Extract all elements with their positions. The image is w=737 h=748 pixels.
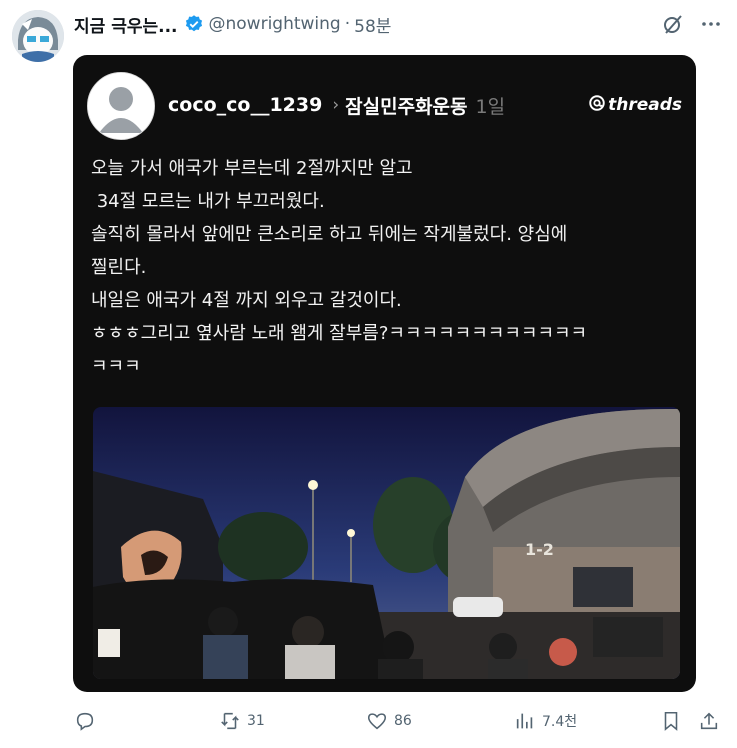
threads-line: 찔린다. — [91, 257, 147, 278]
views-icon — [514, 710, 536, 732]
threads-line: 내일은 애국가 4절 까지 외우고 갈것이다. — [91, 290, 402, 311]
like-icon — [366, 710, 388, 732]
threads-header: coco_co__1239 › 잠실민주화운동 1일 — [168, 90, 505, 120]
threads-line: 34절 모르는 내가 부끄러웠다. — [91, 191, 325, 212]
view-count: 7.4천 — [542, 714, 578, 730]
photo-sign-text: 1-2 — [525, 540, 554, 559]
timestamp[interactable]: 58분 — [354, 12, 391, 37]
more-icon[interactable] — [699, 12, 723, 36]
author-avatar[interactable] — [12, 10, 64, 62]
threads-at-icon — [588, 94, 606, 117]
threads-line: ㅎㅎㅎ그리고 옆사람 노래 왬게 잘부름?ㅋㅋㅋㅋㅋㅋㅋㅋㅋㅋㅋㅋ — [91, 323, 588, 344]
tweet-header: 지금 극우는... @nowrightwing · 58분 — [74, 12, 391, 37]
separator: · — [344, 14, 351, 34]
like-button[interactable]: 86 — [366, 708, 412, 734]
share-button[interactable] — [698, 708, 720, 734]
chevron-right-icon: › — [332, 95, 340, 115]
handle[interactable]: @nowrightwing — [209, 14, 341, 34]
views-button[interactable]: 7.4천 — [514, 708, 577, 734]
threads-line: ㅋㅋㅋ — [91, 356, 141, 377]
threads-username: coco_co__1239 — [168, 94, 323, 116]
threads-avatar — [87, 72, 155, 140]
threads-line: 솔직히 몰라서 앞에만 큰소리로 하고 뒤에는 작게불렀다. 양심에 — [91, 224, 568, 245]
threads-logo: threads — [588, 93, 682, 117]
bookmark-icon — [660, 710, 682, 732]
tweet-actions: 31 86 7.4천 — [74, 708, 724, 734]
threads-body: 오늘 가서 애국가 부르는데 2절까지만 알고 34절 모르는 내가 부끄러웠다… — [91, 152, 681, 383]
threads-screenshot[interactable]: coco_co__1239 › 잠실민주화운동 1일 threads 오늘 가서… — [73, 55, 696, 692]
threads-topic: 잠실민주화운동 — [345, 95, 468, 118]
share-icon — [698, 710, 720, 732]
reply-button[interactable] — [74, 708, 102, 734]
grok-icon[interactable] — [661, 12, 685, 36]
verified-icon — [184, 14, 204, 34]
retweet-button[interactable]: 31 — [219, 708, 265, 734]
bookmark-button[interactable] — [660, 708, 682, 734]
retweet-count: 31 — [247, 713, 265, 729]
threads-line: 오늘 가서 애국가 부르는데 2절까지만 알고 — [91, 158, 413, 179]
retweet-icon — [219, 710, 241, 732]
display-name[interactable]: 지금 극우는... — [74, 12, 178, 37]
threads-brand: threads — [608, 95, 682, 115]
reply-icon — [74, 710, 96, 732]
like-count: 86 — [394, 713, 412, 729]
threads-age: 1일 — [475, 95, 506, 118]
stadium-photo[interactable]: 1-2 — [93, 407, 680, 679]
